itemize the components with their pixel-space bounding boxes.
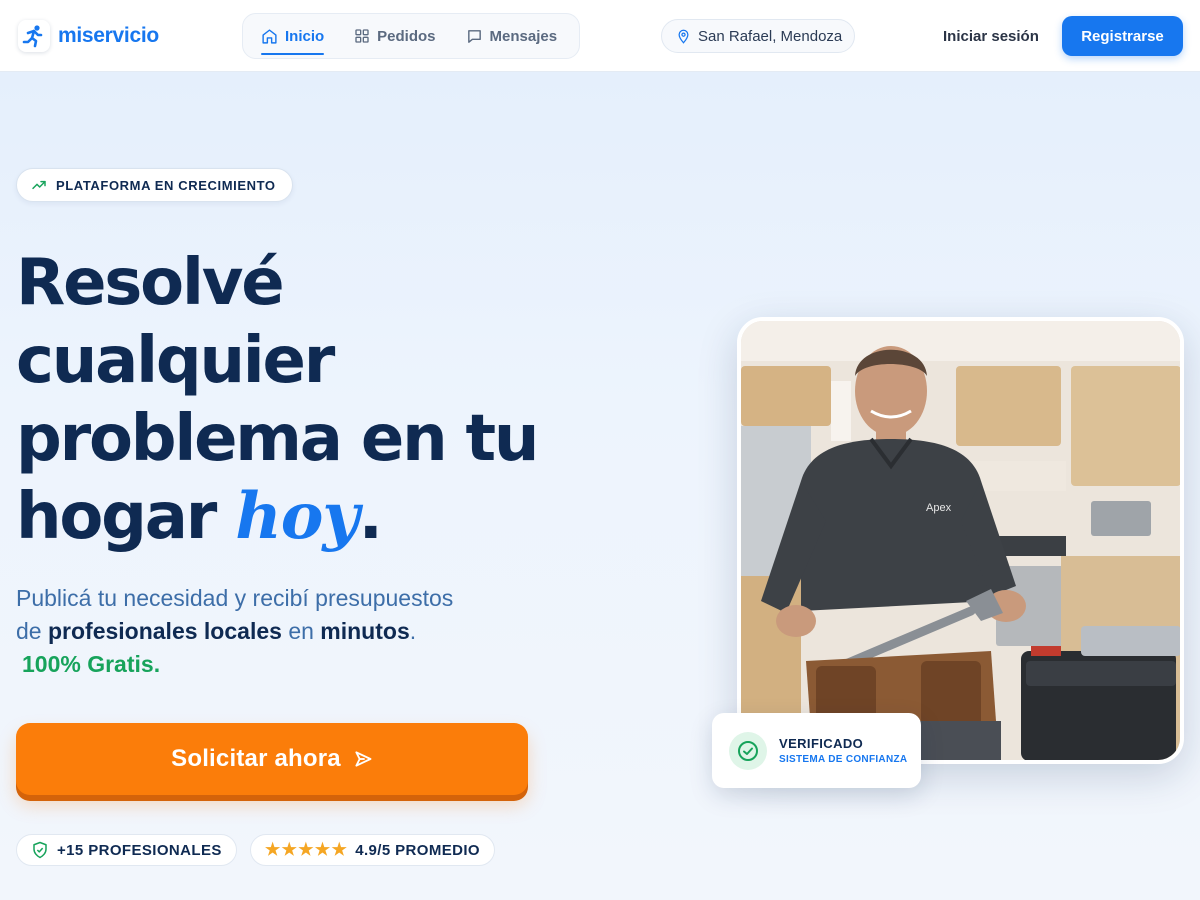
- badge-label: PLATAFORMA EN CRECIMIENTO: [56, 177, 276, 193]
- send-icon: [355, 751, 372, 767]
- verified-subtitle: SISTEMA DE CONFIANZA: [779, 754, 908, 765]
- professional-photo: Apex: [737, 317, 1184, 764]
- location-selector[interactable]: San Rafael, Mendoza: [661, 19, 856, 53]
- nav-item-mensajes[interactable]: Mensajes: [466, 13, 558, 59]
- message-icon: [467, 29, 481, 43]
- brand-name: miservicio: [58, 24, 159, 47]
- verified-title: VERIFICADO: [779, 736, 864, 751]
- nav-item-label: Inicio: [285, 27, 325, 45]
- headline-line: hogar hoy.: [16, 478, 636, 556]
- nav-item-label: Mensajes: [489, 27, 558, 45]
- subtext-bold: minutos: [320, 618, 410, 644]
- verified-card: VERIFICADO SISTEMA DE CONFIANZA: [712, 713, 921, 788]
- subtext-part: .: [409, 618, 417, 644]
- request-now-button[interactable]: Solicitar ahora: [16, 723, 528, 795]
- cta-label: Solicitar ahora: [171, 745, 341, 772]
- star-icon: ★: [298, 840, 314, 859]
- star-icon: ★: [314, 840, 331, 859]
- headline-accent: hoy: [235, 479, 359, 554]
- nav-item-inicio[interactable]: Inicio: [261, 13, 325, 59]
- shield-check-icon: [33, 841, 47, 859]
- grid-icon: [355, 29, 369, 43]
- top-navbar: miservicio Inicio Pedidos Mensajes San R…: [0, 0, 1200, 72]
- hero-subtext: Publicá tu necesidad y recibí presupuest…: [16, 582, 456, 681]
- trending-up-icon: [32, 180, 46, 190]
- star-icon: ★: [331, 840, 348, 859]
- verified-text: VERIFICADO SISTEMA DE CONFIANZA: [779, 736, 907, 765]
- rating-value: 4.9/5 PROMEDIO: [355, 841, 481, 859]
- professionals-stat: +15 PROFESIONALES: [16, 834, 237, 866]
- professionals-count: +15 PROFESIONALES: [57, 841, 222, 859]
- main-nav: Inicio Pedidos Mensajes: [242, 13, 580, 59]
- location-label: San Rafael, Mendoza: [698, 27, 843, 45]
- headline-word: hogar: [16, 480, 217, 554]
- star-icon: ★: [281, 840, 298, 859]
- nav-item-label: Pedidos: [377, 27, 436, 45]
- subtext-part: en: [288, 618, 314, 644]
- register-button[interactable]: Registrarse: [1062, 16, 1183, 56]
- star-icon: ★: [265, 840, 281, 859]
- rating-stat: ★ ★ ★ ★ ★ 4.9/5 PROMEDIO: [250, 834, 496, 866]
- brand-logo[interactable]: miservicio: [18, 20, 159, 52]
- free-label: 100% Gratis.: [22, 651, 161, 677]
- headline-line: problema en tu: [16, 402, 539, 476]
- hero-headline: Resolvé cualquier problema en tu hogar h…: [16, 244, 636, 556]
- home-icon: [262, 28, 277, 44]
- subtext-bold: profesionales locales: [47, 618, 282, 644]
- map-pin-icon: [678, 29, 689, 44]
- headline-line: cualquier: [16, 324, 335, 398]
- headline-line: Resolvé: [16, 246, 285, 320]
- growth-badge: PLATAFORMA EN CRECIMIENTO: [16, 168, 293, 202]
- rating-stars: ★ ★ ★ ★ ★: [265, 840, 347, 860]
- headline-dot: .: [358, 480, 383, 554]
- running-person-icon: [18, 20, 50, 52]
- check-circle-icon: [729, 731, 767, 770]
- login-link[interactable]: Iniciar sesión: [943, 28, 1039, 45]
- shirt-logo: Apex: [926, 502, 952, 514]
- nav-item-pedidos[interactable]: Pedidos: [354, 13, 436, 59]
